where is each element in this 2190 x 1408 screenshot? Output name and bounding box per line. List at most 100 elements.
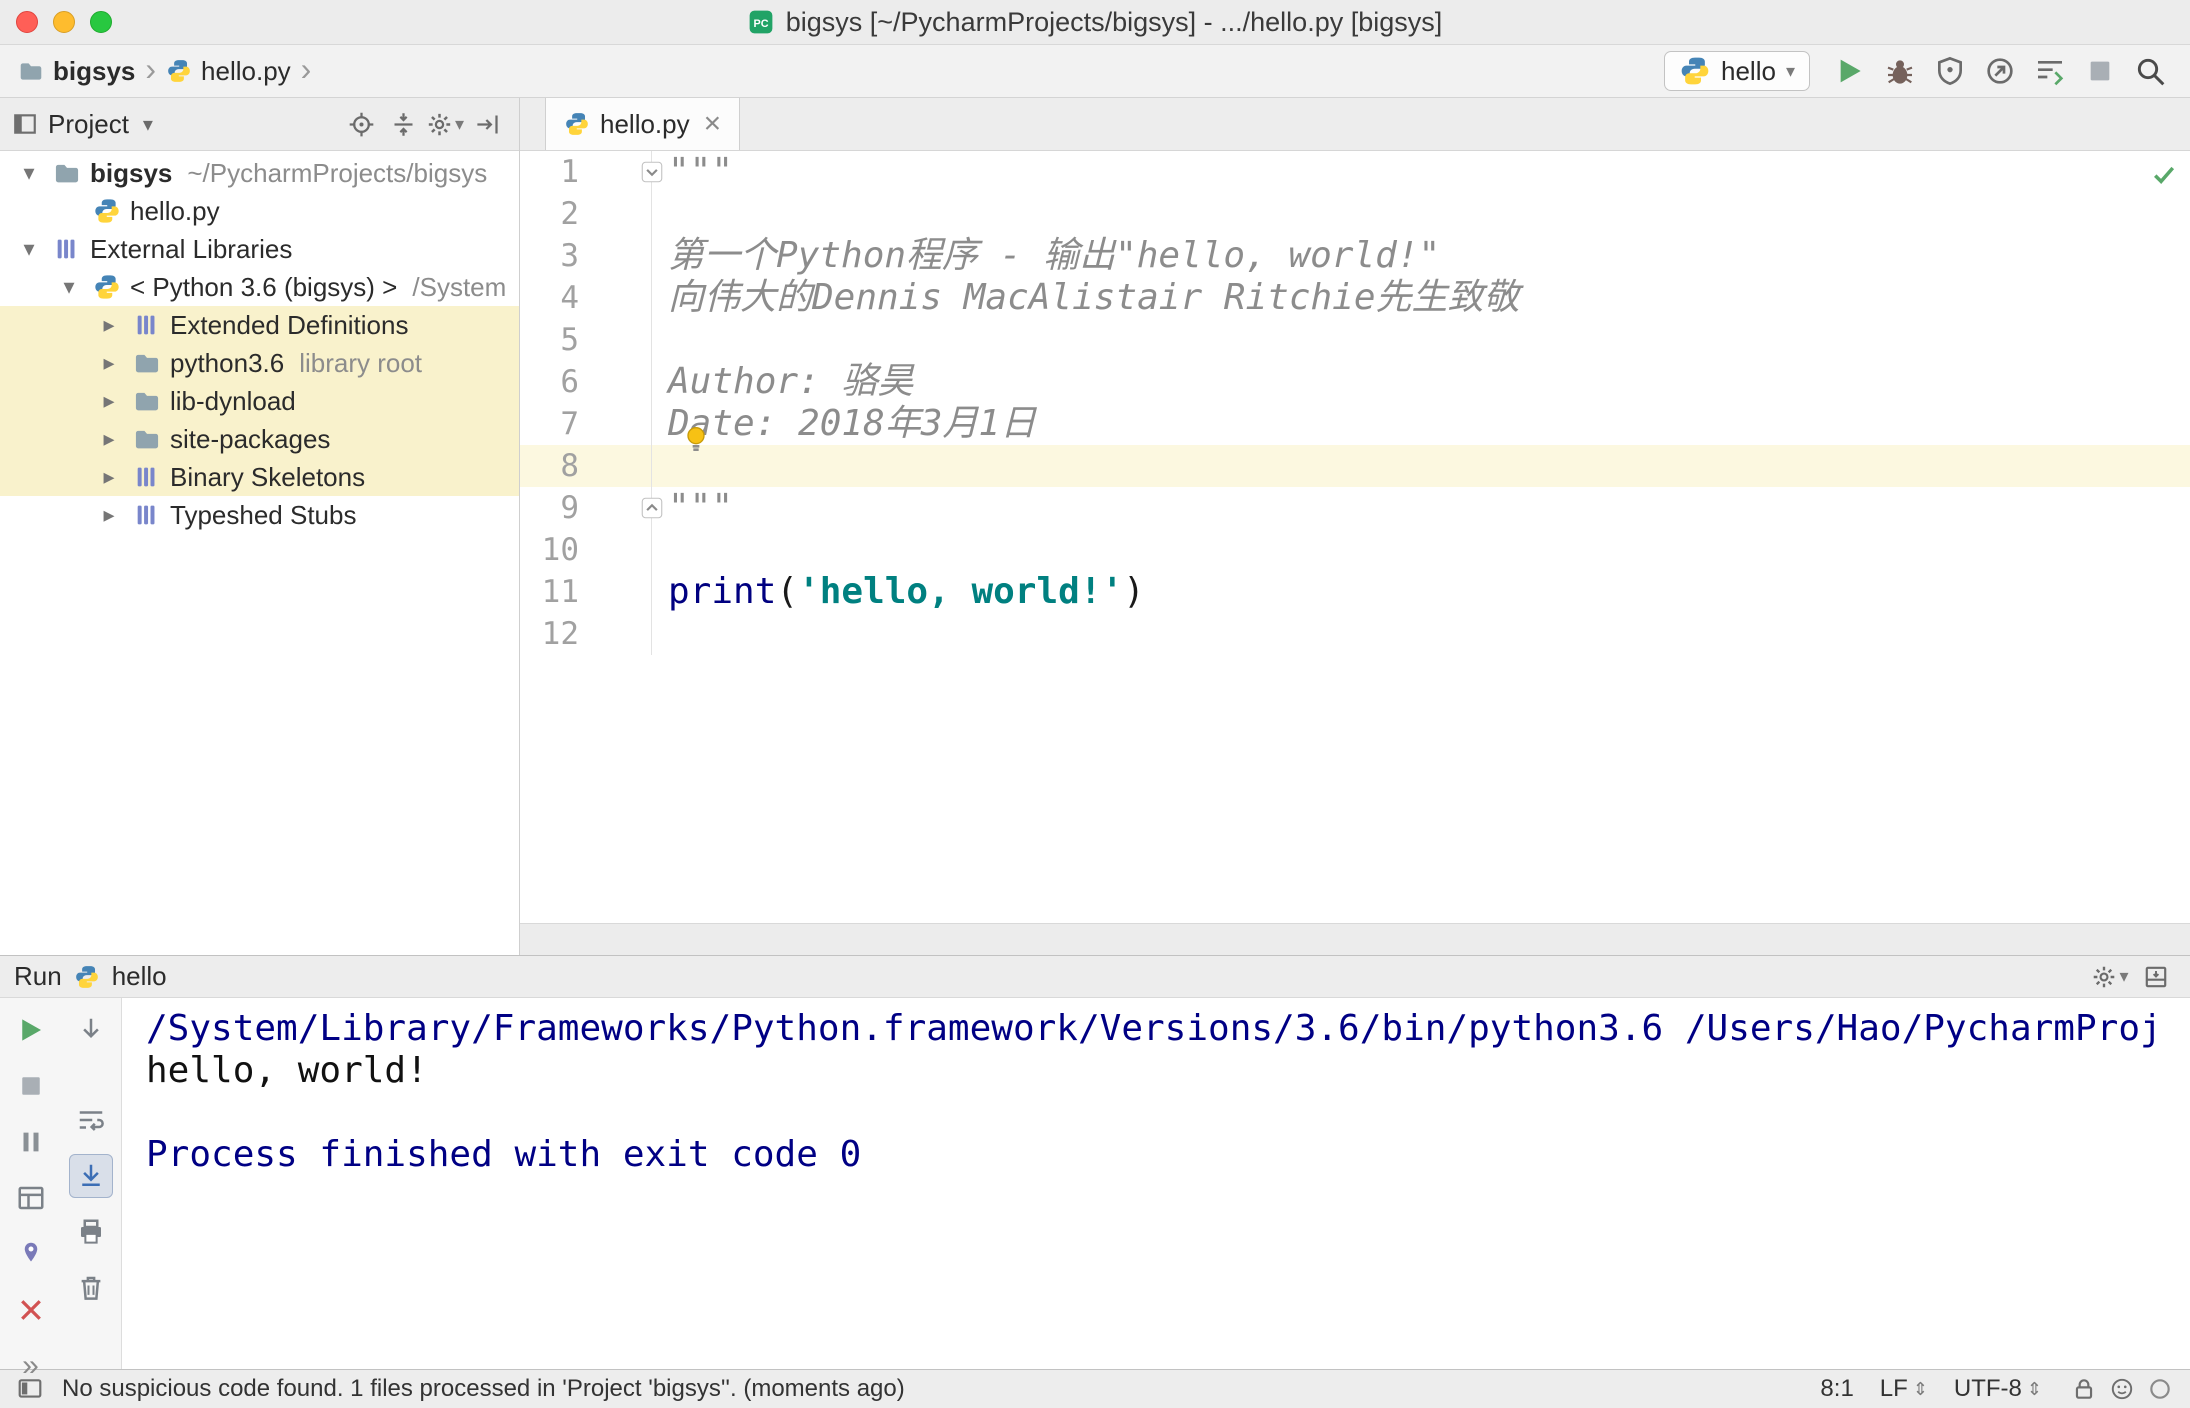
rerun-button[interactable] [9,1008,53,1052]
tree-item[interactable]: ▸ lib-dynload [0,382,519,420]
readonly-lock-button[interactable] [2068,1373,2100,1405]
line-separator-widget[interactable]: LF ⇕ [1880,1375,1928,1403]
editor-line: 5 [520,319,2190,361]
profiler-button[interactable] [1978,49,2022,93]
stop-button[interactable] [2078,49,2122,93]
code-line-text[interactable]: 向伟大的Dennis MacAlistair Ritchie先生致敬 [652,277,1520,319]
code-line-text[interactable] [652,529,668,571]
gutter-line-number[interactable]: 10 [520,529,652,571]
scroll-to-end-button[interactable] [69,1154,113,1198]
intention-bulb-icon[interactable] [680,423,712,455]
minimize-window-button[interactable] [53,11,75,33]
hector-inspector-button[interactable] [2106,1373,2138,1405]
tree-item-label: External Libraries [90,233,293,264]
collapse-all-button[interactable] [383,104,423,144]
code-line-text[interactable] [652,445,668,487]
tree-item[interactable]: ▸ Typeshed Stubs [0,496,519,534]
indicator-button[interactable] [2144,1373,2176,1405]
inspection-status-icon[interactable] [2150,161,2178,189]
close-window-button[interactable] [16,11,38,33]
code-line-text[interactable]: print('hello, world!') [652,571,1145,613]
settings-button[interactable]: ▾ [425,104,465,144]
project-panel-title[interactable]: Project [48,109,129,140]
expand-closed-icon[interactable]: ▸ [94,426,124,452]
gutter-line-number[interactable]: 7 [520,403,652,445]
code-line-text[interactable] [652,319,668,361]
tree-item[interactable]: ▸ site-packages [0,420,519,458]
code-editor[interactable]: 1 """ 2 3 第一个Python程序 - 输出"hello, world!" 4 向伟… [520,151,2190,923]
gutter-line-number[interactable]: 6 [520,361,652,403]
expand-closed-icon[interactable]: ▸ [94,464,124,490]
tool-window-switcher-button[interactable] [14,1373,46,1405]
fold-down-icon [641,161,663,183]
expand-closed-icon[interactable]: ▸ [94,312,124,338]
stop-process-button[interactable] [9,1064,53,1108]
run-with-coverage-button[interactable] [1928,49,1972,93]
expand-closed-icon[interactable]: ▸ [94,350,124,376]
gutter-line-number[interactable]: 5 [520,319,652,361]
tree-item[interactable]: ▾ bigsys ~/PycharmProjects/bigsys [0,154,519,192]
play-icon [21,1019,41,1041]
thread-dump-button[interactable] [2028,49,2072,93]
close-tab-icon[interactable]: × [704,109,722,139]
editor-tab-label: hello.py [600,108,690,139]
breadcrumb-item[interactable]: bigsys [18,56,135,87]
print-console-button[interactable] [69,1210,113,1254]
pycharm-app-icon: PC [748,9,774,35]
run-config-selector[interactable]: hello ▾ [1664,51,1810,91]
close-tab-button[interactable] [9,1288,53,1332]
expand-closed-icon[interactable]: ▸ [94,388,124,414]
tree-item[interactable]: ▾ < Python 3.6 (bigsys) > /System [0,268,519,306]
gutter-line-number[interactable]: 4 [520,277,652,319]
encoding-widget[interactable]: UTF-8 ⇕ [1954,1375,2042,1403]
gutter-line-number[interactable]: 2 [520,193,652,235]
pycharm-icon: PC [749,10,773,34]
down-stack-trace-button[interactable] [69,1008,113,1052]
gutter-line-number[interactable]: 11 [520,571,652,613]
fold-marker-icon[interactable] [639,495,665,521]
breadcrumb-item[interactable]: hello.py [166,56,291,87]
python-file-icon [564,111,590,137]
expand-open-icon[interactable]: ▾ [54,274,84,300]
pin-tab-button[interactable] [9,1232,53,1276]
code-line-text[interactable]: Author: 骆昊 [652,361,913,403]
run-console-output[interactable]: /System/Library/Frameworks/Python.framew… [122,998,2190,1369]
expand-open-icon[interactable]: ▾ [14,236,44,262]
run-config-icon [1679,55,1711,87]
dock-panel-button[interactable] [2136,959,2176,995]
run-settings-button[interactable]: ▾ [2090,959,2130,995]
gutter-line-number[interactable]: 12 [520,613,652,655]
console-line: Process finished with exit code 0 [146,1134,862,1175]
debug-button[interactable] [1878,49,1922,93]
run-panel-title[interactable]: Run [14,961,62,992]
tree-item[interactable]: ▾ External Libraries [0,230,519,268]
code-line-text[interactable] [652,193,668,235]
gutter-line-number[interactable]: 8 [520,445,652,487]
zoom-window-button[interactable] [90,11,112,33]
tree-item[interactable]: ▸ Binary Skeletons [0,458,519,496]
tree-item[interactable]: ▸ Extended Definitions [0,306,519,344]
search-everywhere-button[interactable] [2128,49,2172,93]
code-line-text[interactable] [652,613,668,655]
pause-output-button[interactable] [9,1120,53,1164]
run-button[interactable] [1828,49,1872,93]
tree-item[interactable]: hello.py [0,192,519,230]
gutter-line-number[interactable]: 1 [520,151,652,193]
soft-wrap-button[interactable] [69,1098,113,1142]
hide-panel-button[interactable] [467,104,507,144]
fold-marker-icon[interactable] [639,159,665,185]
expand-open-icon[interactable]: ▾ [14,160,44,186]
gutter-line-number[interactable]: 3 [520,235,652,277]
tree-item[interactable]: ▸ python3.6 library root [0,344,519,382]
locate-file-button[interactable] [341,104,381,144]
chevron-down-icon[interactable]: ▾ [143,112,153,137]
chevron-down-icon: ▾ [1785,60,1795,81]
restore-layout-button[interactable] [9,1176,53,1220]
editor-tab-hello-py[interactable]: hello.py × [545,98,741,150]
editor-lines: 1 """ 2 3 第一个Python程序 - 输出"hello, world!" 4 向伟… [520,151,2190,655]
gutter-line-number[interactable]: 9 [520,487,652,529]
caret-position-widget[interactable]: 8:1 [1820,1375,1853,1403]
expand-closed-icon[interactable]: ▸ [94,502,124,528]
code-line-text[interactable]: 第一个Python程序 - 输出"hello, world!" [652,235,1440,277]
clear-all-button[interactable] [69,1266,113,1310]
